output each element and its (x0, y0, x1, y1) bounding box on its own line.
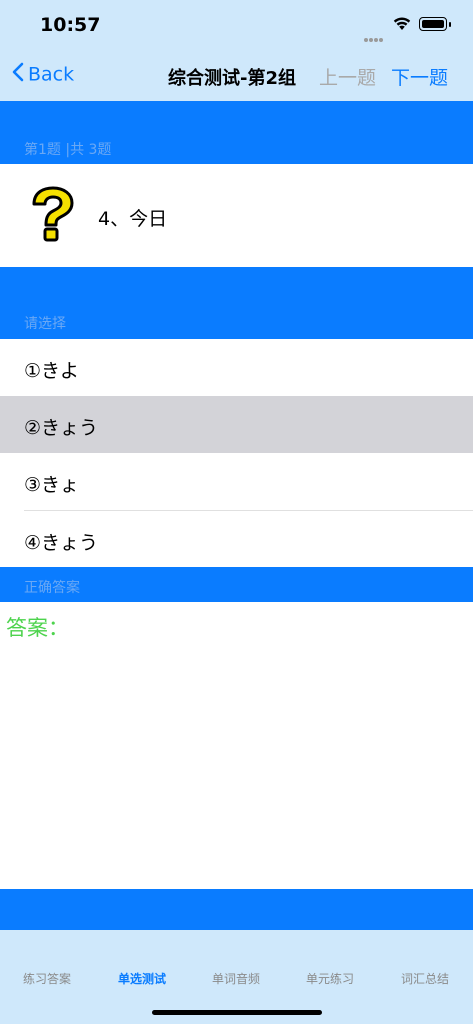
page-title: 综合测试-第2组 (168, 68, 296, 89)
option-label: ①きよ (24, 360, 80, 382)
tab-vocabulary-summary[interactable]: 词汇总结 (378, 970, 472, 987)
tab-word-audio[interactable]: 单词音频 (189, 970, 283, 987)
chevron-left-icon (12, 62, 24, 87)
option-4[interactable]: ④きょう (0, 511, 473, 567)
option-2[interactable]: ②きょう (0, 396, 473, 453)
option-label: ④きょう (24, 532, 99, 554)
navigation-bar: Back 综合测试-第2组 上一题 下一题 (0, 50, 473, 101)
tab-single-choice-test[interactable]: 单选测试 (95, 970, 189, 987)
question-counter-band: 第1题 |共 3题 (0, 101, 473, 164)
option-1[interactable]: ①きよ (0, 339, 473, 396)
cellular-signal-icon (364, 27, 384, 46)
tab-practice-answers[interactable]: 练习答案 (0, 970, 94, 987)
home-indicator[interactable] (152, 1010, 322, 1015)
tab-unit-practice[interactable]: 单元练习 (283, 970, 377, 987)
options-header: 请选择 (24, 316, 66, 332)
status-time: 10:57 (40, 14, 101, 36)
status-bar: 10:57 (0, 0, 473, 50)
correct-answer-header: 正确答案 (24, 580, 80, 596)
bottom-band (0, 889, 473, 930)
options-header-band: 请选择 (0, 267, 473, 339)
question-text: 4、今日 (98, 208, 168, 230)
option-3[interactable]: ③きょ (0, 453, 473, 510)
wifi-icon (392, 16, 412, 35)
option-label: ②きょう (24, 417, 99, 439)
previous-question-button[interactable]: 上一题 (319, 63, 376, 90)
question-mark-icon (26, 186, 80, 242)
back-label: Back (28, 63, 75, 86)
next-question-button[interactable]: 下一题 (391, 63, 448, 90)
question-row: 4、今日 (0, 164, 473, 267)
question-counter: 第1题 |共 3题 (24, 142, 112, 158)
answer-label: 答案： (6, 616, 69, 640)
battery-icon (419, 17, 451, 31)
correct-answer-band: 正确答案 (0, 567, 473, 602)
option-label: ③きょ (24, 474, 80, 496)
back-button[interactable]: Back (12, 62, 74, 87)
